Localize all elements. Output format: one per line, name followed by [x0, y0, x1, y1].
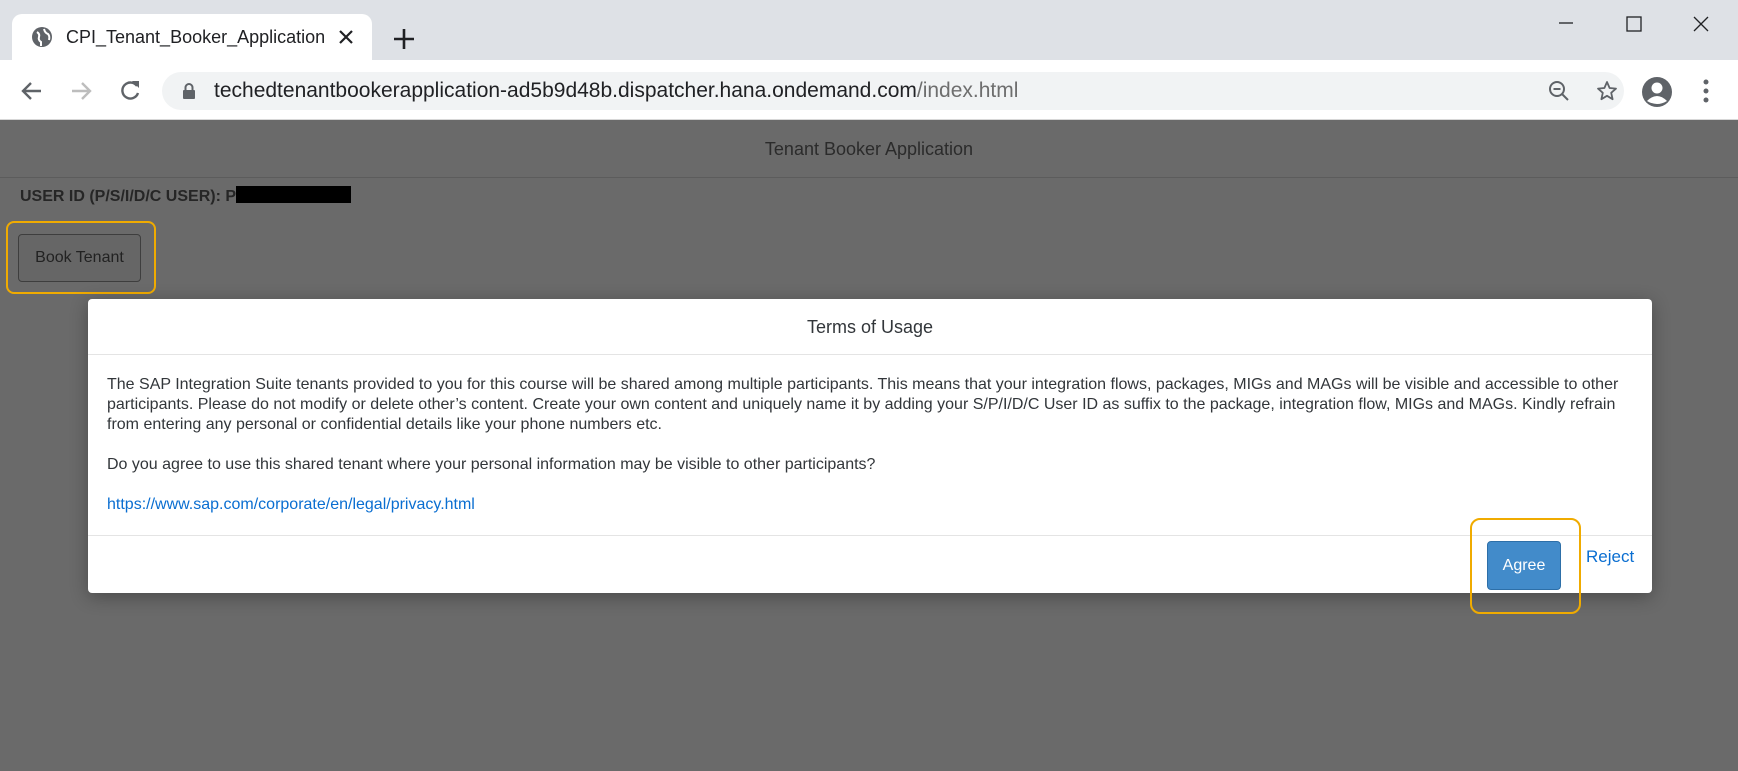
maximize-icon[interactable] — [1610, 10, 1656, 38]
url-path: /index.html — [916, 79, 1019, 102]
terms-dialog: Terms of Usage The SAP Integration Suite… — [88, 299, 1652, 614]
bookmark-star-icon[interactable] — [1596, 80, 1618, 102]
agreement-question: Do you agree to use this shared tenant w… — [107, 456, 876, 473]
address-bar[interactable]: techedtenantbookerapplication-ad5b9d48b.… — [162, 72, 1624, 110]
more-menu-icon[interactable] — [1696, 77, 1716, 105]
window-close-icon[interactable] — [1678, 10, 1724, 38]
lock-icon[interactable] — [179, 81, 199, 101]
dialog-footer: Agree Reject — [88, 518, 1652, 614]
terms-paragraph: The SAP Integration Suite tenants provid… — [107, 376, 1619, 433]
reject-button[interactable]: Reject — [1586, 547, 1634, 567]
url-text[interactable]: techedtenantbookerapplication-ad5b9d48b.… — [214, 79, 1018, 103]
dialog-header: Terms of Usage — [88, 299, 1652, 355]
browser-tab[interactable]: CPI_Tenant_Booker_Application — [12, 14, 372, 60]
app-title: Tenant Booker Application — [764, 139, 974, 159]
globe-icon — [32, 27, 52, 47]
agree-button[interactable]: Agree — [1487, 541, 1561, 590]
browser-tabstrip: CPI_Tenant_Booker_Application — [0, 0, 1738, 60]
dialog-body: The SAP Integration Suite tenants provid… — [107, 375, 1637, 515]
book-tenant-button[interactable]: Book Tenant — [18, 234, 141, 282]
back-arrow-icon[interactable] — [18, 77, 46, 105]
redaction-block — [236, 186, 352, 203]
browser-toolbar: techedtenantbookerapplication-ad5b9d48b.… — [0, 60, 1738, 120]
app-header: Tenant Booker Application — [0, 120, 1738, 178]
agree-highlight: Agree — [1470, 518, 1581, 614]
tab-title: CPI_Tenant_Booker_Application — [66, 27, 326, 47]
book-tenant-highlight: Book Tenant — [6, 221, 156, 294]
close-tab-icon[interactable] — [334, 25, 358, 49]
forward-arrow-icon[interactable] — [67, 77, 95, 105]
privacy-link[interactable]: https://www.sap.com/corporate/en/legal/p… — [107, 495, 1637, 515]
new-tab-icon[interactable] — [391, 26, 417, 52]
user-id-label: USER ID (P/S/I/D/C USER): P — [20, 188, 237, 205]
url-host: techedtenantbookerapplication-ad5b9d48b.… — [214, 79, 917, 102]
zoom-out-icon[interactable] — [1548, 80, 1570, 102]
reload-icon[interactable] — [116, 77, 144, 105]
minimize-icon[interactable] — [1543, 10, 1589, 38]
dialog-title: Terms of Usage — [806, 317, 934, 337]
user-id-line: USER ID (P/S/I/D/C USER): P — [20, 186, 352, 206]
profile-avatar-icon[interactable] — [1641, 76, 1673, 108]
